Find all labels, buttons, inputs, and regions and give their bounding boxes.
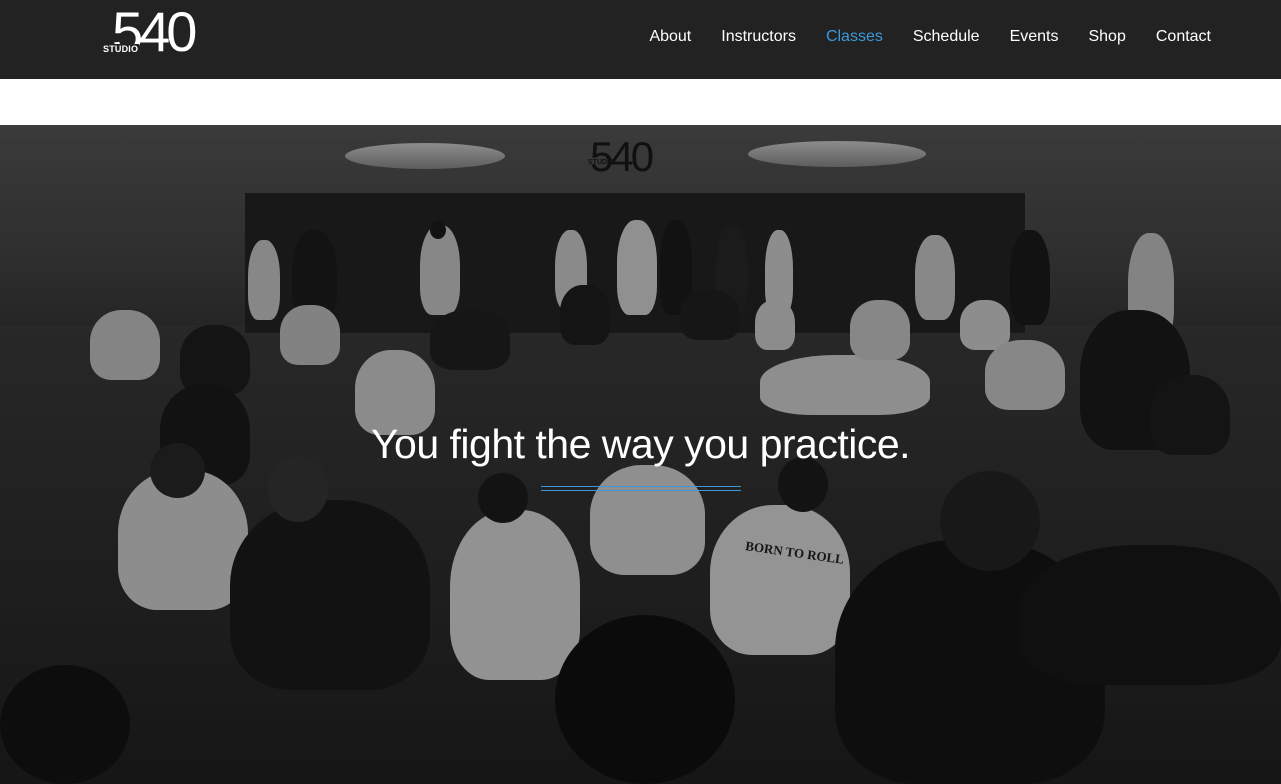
nav-item-classes[interactable]: Classes bbox=[826, 26, 883, 48]
nav-item-contact[interactable]: Contact bbox=[1156, 26, 1211, 48]
tagline-divider bbox=[541, 486, 741, 491]
hero-tagline: You fight the way you practice. bbox=[370, 421, 911, 467]
site-header: 540 STUDIO About Instructors Classes Sch… bbox=[0, 0, 1281, 79]
nav-item-events[interactable]: Events bbox=[1010, 26, 1059, 48]
nav-item-about[interactable]: About bbox=[649, 26, 691, 48]
studio-540-logo[interactable]: 540 STUDIO bbox=[102, 4, 212, 68]
nav-item-schedule[interactable]: Schedule bbox=[913, 26, 980, 48]
nav-item-instructors[interactable]: Instructors bbox=[721, 26, 796, 48]
header-spacer bbox=[0, 79, 1281, 125]
logo-word: STUDIO bbox=[102, 44, 140, 54]
hero-banner: 540 STUDIO BORN TO ROLL You fight the wa… bbox=[0, 125, 1281, 784]
main-nav: About Instructors Classes Schedule Event… bbox=[619, 26, 1211, 48]
nav-item-shop[interactable]: Shop bbox=[1088, 26, 1125, 48]
